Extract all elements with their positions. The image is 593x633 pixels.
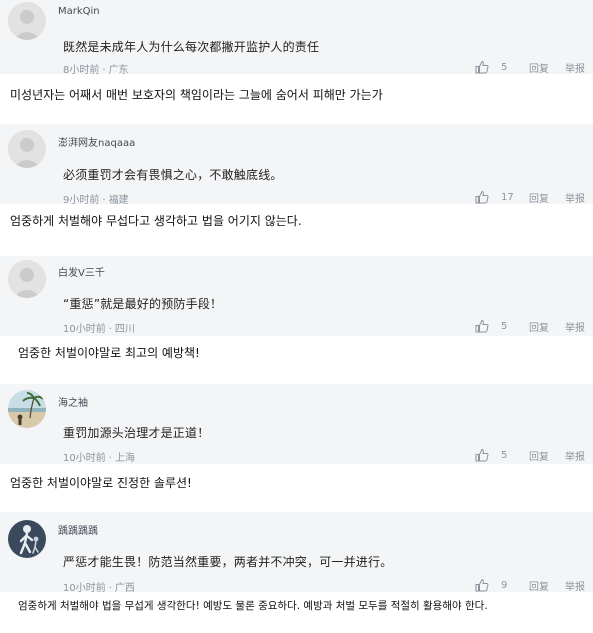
comment-card: MarkQin 既然是未成年人为什么每次都撇开监护人的责任 8小时前 · 广东 5 … xyxy=(0,0,593,76)
thumbs-up-icon[interactable] xyxy=(475,578,489,592)
default-avatar-icon[interactable] xyxy=(8,2,46,40)
comment-time: 10小时前 xyxy=(63,453,106,464)
comment-text: “重惩”就是最好的预防手段！ xyxy=(63,297,223,311)
report-link[interactable]: 举报 xyxy=(565,60,585,75)
default-avatar-icon[interactable] xyxy=(8,130,46,168)
comment-card: 澎湃网友naqaaa 必须重罚才会有畏惧之心，不敢触底线。 9小时前 · 福建 17… xyxy=(0,124,593,206)
comment-actions: 9 回复 举报 xyxy=(475,577,585,593)
comment-username[interactable]: 海之袖 xyxy=(58,394,88,409)
comment-card: 踽踽踽踽 严惩才能生畏！防范当然重要，两者并不冲突，可一并进行。 10小时前 · 广… xyxy=(0,512,593,594)
reply-link[interactable]: 回复 xyxy=(529,319,549,334)
reply-link[interactable]: 回复 xyxy=(529,578,549,593)
like-count: 17 xyxy=(501,191,514,203)
report-link[interactable]: 举报 xyxy=(565,578,585,593)
translation-text: 미성년자는 어째서 매번 보호자의 책임이라는 그늘에 숨어서 피해만 가는가 xyxy=(10,88,383,102)
like-count: 5 xyxy=(501,320,508,332)
comment-location: 上海 xyxy=(114,453,135,464)
comment-text: 重罚加源头治理才是正道！ xyxy=(63,426,210,440)
beach-photo-avatar-icon[interactable] xyxy=(8,390,46,428)
report-link[interactable]: 举报 xyxy=(565,190,585,205)
reply-link[interactable]: 回复 xyxy=(529,60,549,75)
reply-link[interactable]: 回复 xyxy=(529,448,549,463)
translation-text: 엄중하게 처벌해야 무섭다고 생각하고 법을 어기지 않는다. xyxy=(10,214,302,228)
report-link[interactable]: 举报 xyxy=(565,319,585,334)
comment-username[interactable]: 踽踽踽踽 xyxy=(58,522,98,537)
comment-text: 既然是未成年人为什么每次都撇开监护人的责任 xyxy=(63,40,320,54)
report-link[interactable]: 举报 xyxy=(565,448,585,463)
translation-text: 엄중한 처벌이야말로 진정한 솔루션! xyxy=(10,476,192,490)
comment-username[interactable]: MarkQin xyxy=(58,6,100,17)
like-count: 5 xyxy=(501,449,508,461)
comment-actions: 5 回复 举报 xyxy=(475,59,585,75)
comment-actions: 17 回复 举报 xyxy=(475,189,585,205)
comment-meta: 10小时前 · 上海 xyxy=(63,453,135,464)
comment-text: 严惩才能生畏！防范当然重要，两者并不冲突，可一并进行。 xyxy=(63,555,393,569)
like-count: 5 xyxy=(501,61,508,73)
translation-text-block: 엄중하게 처벌해야 법을 무섭게 생각한다! 예방도 물론 중요하다. 예방과 … xyxy=(0,592,585,633)
comment-actions: 5 回复 举报 xyxy=(475,318,585,334)
comment-actions: 5 回复 举报 xyxy=(475,447,585,463)
comment-card: 白发V三千 “重惩”就是最好的预防手段！ 10小时前 · 四川 5 回复 举报 xyxy=(0,256,593,336)
comment-location: 四川 xyxy=(114,324,135,335)
translation-text-block: 엄중한 처벌이야말로 진정한 솔루션! xyxy=(0,464,585,512)
comment-username[interactable]: 白发V三千 xyxy=(58,264,105,279)
reply-link[interactable]: 回复 xyxy=(529,190,549,205)
thumbs-up-icon[interactable] xyxy=(475,60,489,74)
thumbs-up-icon[interactable] xyxy=(475,448,489,462)
translation-text: 엄중한 처벌이야말로 최고의 예방책! xyxy=(18,346,200,360)
like-count: 9 xyxy=(501,579,508,591)
thumbs-up-icon[interactable] xyxy=(475,319,489,333)
comment-time: 10小时前 xyxy=(63,324,106,335)
translation-text-block: 엄중하게 처벌해야 무섭다고 생각하고 법을 어기지 않는다. xyxy=(0,204,585,256)
comment-text: 必须重罚才会有畏惧之心，不敢触底线。 xyxy=(63,168,283,182)
translation-text: 엄중하게 처벌해야 법을 무섭게 생각한다! 예방도 물론 중요하다. 예방과 … xyxy=(18,600,488,612)
comment-card: 海之袖 重罚加源头治理才是正道！ 10小时前 · 上海 5 回复 举报 xyxy=(0,384,593,464)
comment-meta: 10小时前 · 四川 xyxy=(63,324,135,335)
walking-person-avatar-icon[interactable] xyxy=(8,520,46,558)
translation-text-block: 미성년자는 어째서 매번 보호자의 책임이라는 그늘에 숨어서 피해만 가는가 xyxy=(0,74,585,124)
default-avatar-icon[interactable] xyxy=(8,260,46,298)
translation-text-block: 엄중한 처벌이야말로 최고의 예방책! xyxy=(0,336,585,384)
thumbs-up-icon[interactable] xyxy=(475,190,489,204)
comment-username[interactable]: 澎湃网友naqaaa xyxy=(58,134,135,149)
